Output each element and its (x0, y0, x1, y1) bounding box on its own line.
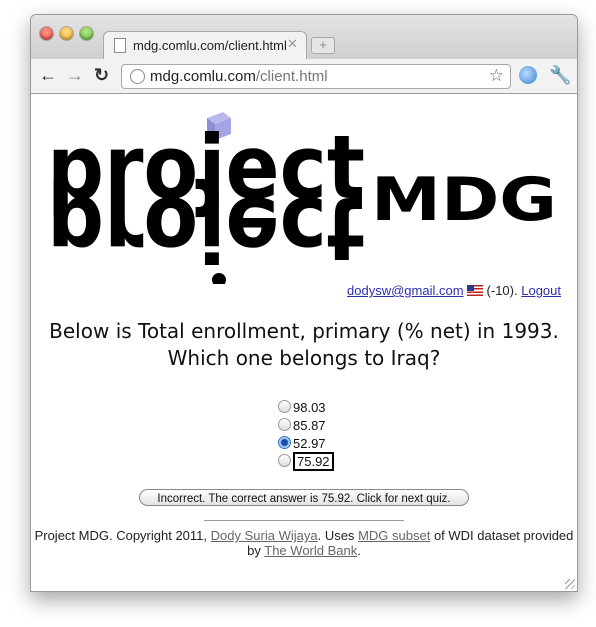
logout-link[interactable]: Logout (521, 283, 561, 298)
answer-option-correct[interactable]: 75.92 (278, 452, 334, 471)
option-value: 98.03 (293, 400, 326, 415)
page-icon (114, 38, 126, 53)
next-quiz-button[interactable]: Incorrect. The correct answer is 75.92. … (139, 489, 469, 506)
page-content: project project MDG dodysw@gmail.com (-10… (31, 94, 577, 591)
correct-answer-highlight: 75.92 (293, 452, 334, 471)
footer-text: . (357, 543, 361, 558)
tab-bar: mdg.comlu.com/client.html ✕ + (31, 15, 577, 60)
answer-options: 98.03 85.87 52.97 75.92 (278, 399, 334, 471)
user-info: dodysw@gmail.com (-10). Logout (347, 283, 561, 298)
author-link[interactable]: Dody Suria Wijaya (211, 528, 318, 543)
new-tab-button[interactable]: + (311, 37, 335, 54)
address-bar[interactable]: mdg.comlu.com/client.html ☆ (121, 64, 511, 89)
reload-icon[interactable]: ↻ (94, 65, 109, 85)
logo-project-reflection: project (47, 177, 365, 280)
bookmark-star-icon[interactable]: ☆ (489, 66, 504, 86)
user-score: (-10). (486, 283, 518, 298)
footer: Project MDG. Copyright 2011, Dody Suria … (31, 528, 577, 558)
browser-toolbar: ← → ↻ mdg.comlu.com/client.html ☆ 🔧 (31, 59, 577, 94)
resize-handle[interactable] (565, 579, 575, 589)
answer-option[interactable]: 98.03 (278, 399, 334, 417)
quiz-question: Below is Total enrollment, primary (% ne… (49, 319, 559, 370)
wrench-icon[interactable]: 🔧 (549, 65, 571, 86)
close-window-button[interactable] (40, 27, 53, 40)
radio-button[interactable] (278, 454, 291, 467)
option-value: 85.87 (293, 418, 326, 433)
extension-icon[interactable] (519, 66, 537, 84)
mdg-subset-link[interactable]: MDG subset (358, 528, 430, 543)
answer-option[interactable]: 85.87 (278, 417, 334, 435)
divider (204, 520, 404, 521)
url-path: /client.html (255, 68, 328, 85)
option-value: 52.97 (293, 436, 326, 451)
logo-graphic: project project MDG (47, 112, 557, 287)
us-flag-icon (466, 285, 483, 296)
radio-button-checked[interactable] (278, 436, 291, 449)
url-host: mdg.comlu.com (150, 68, 256, 85)
footer-text: Project MDG. Copyright 2011, (34, 528, 208, 543)
forward-arrow-icon[interactable]: → (66, 65, 84, 85)
browser-window: mdg.comlu.com/client.html ✕ + ← → ↻ mdg.… (30, 14, 578, 592)
answer-option-selected[interactable]: 52.97 (278, 435, 334, 453)
project-mdg-logo: project project MDG (45, 104, 565, 287)
tab-close-icon[interactable]: ✕ (287, 36, 298, 52)
radio-button[interactable] (278, 400, 291, 413)
radio-button[interactable] (278, 418, 291, 431)
tab-title: mdg.comlu.com/client.html (133, 38, 287, 53)
logo-mdg-text: MDG (371, 165, 557, 235)
user-email-link[interactable]: dodysw@gmail.com (347, 283, 464, 298)
minimize-window-button[interactable] (60, 27, 73, 40)
url-text[interactable]: mdg.comlu.com/client.html (150, 68, 328, 85)
globe-icon (130, 69, 145, 84)
maximize-window-button[interactable] (80, 27, 93, 40)
browser-tab[interactable]: mdg.comlu.com/client.html ✕ (103, 31, 307, 60)
world-bank-link[interactable]: The World Bank (264, 543, 357, 558)
footer-text: . Uses (317, 528, 355, 543)
back-arrow-icon[interactable]: ← (39, 65, 57, 85)
